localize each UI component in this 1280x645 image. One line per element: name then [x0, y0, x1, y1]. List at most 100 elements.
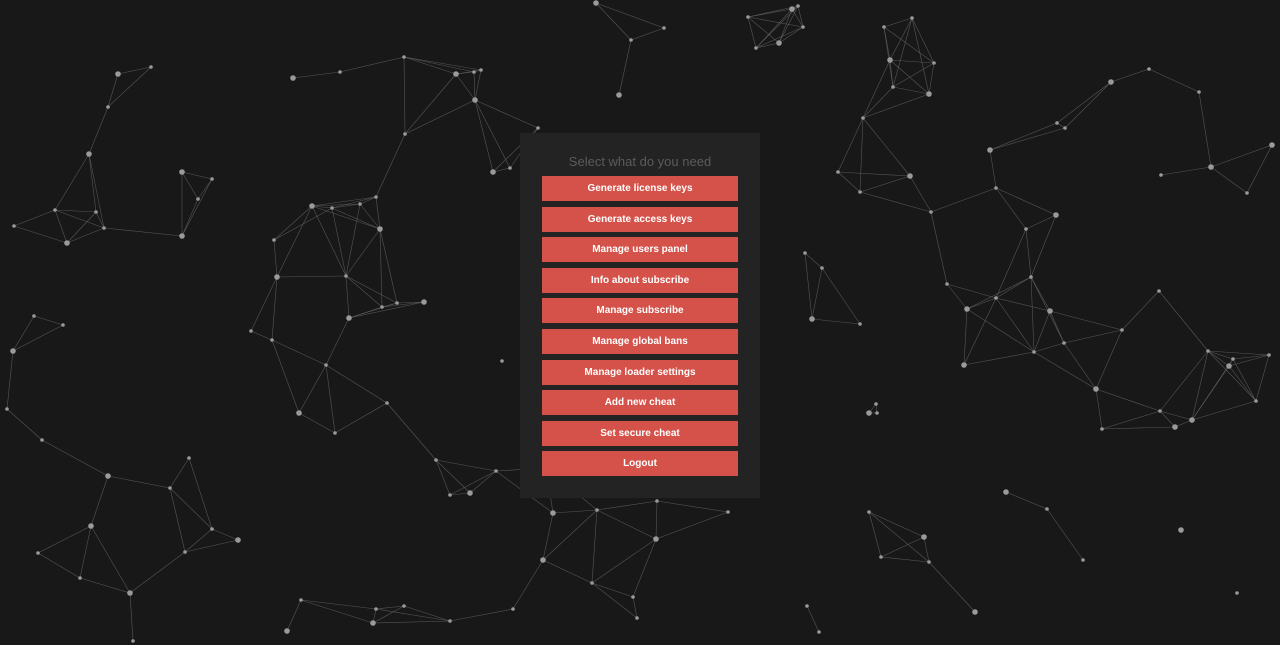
network-line [169, 487, 186, 553]
network-line [404, 99, 476, 135]
network-line [946, 283, 997, 299]
add-new-cheat-button[interactable]: Add new cheat [542, 390, 738, 415]
network-line [837, 171, 911, 177]
network-line [811, 318, 861, 325]
network-line [375, 196, 381, 230]
network-line [6, 408, 43, 441]
network-node [882, 25, 886, 29]
network-node [1178, 527, 1184, 533]
network-line [79, 525, 92, 579]
network-node [1053, 212, 1059, 218]
network-line [804, 252, 823, 269]
network-line [1025, 228, 1032, 278]
network-node [907, 173, 913, 179]
network-node [550, 510, 556, 516]
network-node [653, 536, 659, 542]
network-node [296, 410, 302, 416]
network-node [662, 26, 666, 30]
network-node [106, 105, 110, 109]
network-line [474, 69, 482, 101]
generate-access-keys-button[interactable]: Generate access keys [542, 207, 738, 232]
set-secure-cheat-button[interactable]: Set secure cheat [542, 421, 738, 446]
network-line [1191, 400, 1257, 421]
network-node [961, 362, 967, 368]
network-line [1210, 144, 1273, 168]
network-node [284, 628, 290, 634]
network-line [375, 133, 406, 198]
network-node [196, 197, 200, 201]
network-line [66, 211, 97, 244]
network-line [1095, 388, 1161, 412]
network-line [755, 42, 780, 49]
manage-subscribe-button[interactable]: Manage subscribe [542, 298, 738, 323]
generate-license-keys-button[interactable]: Generate license keys [542, 176, 738, 201]
network-line [300, 599, 377, 610]
network-node [994, 296, 998, 300]
network-node [249, 329, 253, 333]
network-line [591, 509, 598, 584]
network-node [346, 315, 352, 321]
network-node [1055, 121, 1059, 125]
network-node [402, 55, 406, 59]
network-line [1121, 290, 1160, 331]
network-line [778, 5, 799, 44]
network-node [210, 527, 214, 531]
network-line [1191, 365, 1230, 421]
network-node [1100, 427, 1104, 431]
network-node [536, 126, 540, 130]
network-line [928, 62, 935, 95]
network-line [455, 73, 476, 101]
network-line [103, 227, 183, 237]
network-line [1207, 350, 1230, 367]
network-line [311, 205, 381, 230]
network-node [1081, 558, 1085, 562]
network-line [13, 209, 56, 227]
manage-global-bans-button[interactable]: Manage global bans [542, 329, 738, 354]
network-node [796, 4, 800, 8]
network-node [86, 151, 92, 157]
network-node [385, 401, 389, 405]
network-line [596, 509, 657, 540]
network-node [64, 240, 70, 246]
menu-panel: Select what do you need Generate license… [520, 133, 760, 498]
network-line [778, 8, 793, 44]
network-line [181, 198, 199, 237]
network-node [5, 407, 9, 411]
network-node [590, 581, 594, 585]
network-node [1158, 409, 1162, 413]
logout-button[interactable]: Logout [542, 451, 738, 476]
network-node [290, 75, 296, 81]
network-line [989, 127, 1066, 151]
network-line [41, 439, 109, 477]
network-node [115, 71, 121, 77]
network-line [345, 275, 383, 308]
network-line [1101, 410, 1161, 430]
network-node [1120, 328, 1124, 332]
network-node [370, 620, 376, 626]
network-node [490, 169, 496, 175]
network-node [1029, 275, 1033, 279]
manage-users-panel-button[interactable]: Manage users panel [542, 237, 738, 262]
network-line [129, 551, 186, 594]
info-about-subscribe-button[interactable]: Info about subscribe [542, 268, 738, 293]
network-node [858, 322, 862, 326]
network-line [1232, 358, 1257, 402]
network-line [1148, 68, 1200, 93]
network-line [54, 153, 90, 211]
manage-loader-settings-button[interactable]: Manage loader settings [542, 360, 738, 385]
network-node [479, 68, 483, 72]
network-line [1232, 354, 1270, 360]
network-node [746, 15, 750, 19]
network-line [630, 27, 665, 41]
network-node [1147, 67, 1151, 71]
network-line [359, 203, 381, 230]
network-line [862, 59, 891, 119]
network-line [655, 511, 729, 540]
network-node [299, 598, 303, 602]
network-line [169, 457, 190, 489]
network-line [13, 225, 68, 244]
network-node [127, 590, 133, 596]
network-node [467, 490, 473, 496]
network-line [966, 308, 1035, 353]
network-line [1063, 329, 1123, 344]
